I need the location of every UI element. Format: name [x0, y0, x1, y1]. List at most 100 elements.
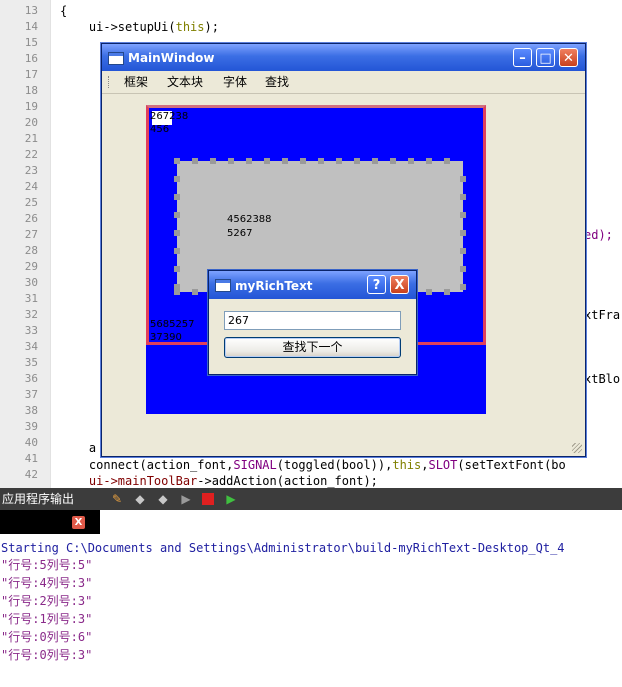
clear-output-icon[interactable]: ✎	[110, 492, 124, 506]
find-dialog[interactable]: myRichText ? X 267 查找下一个	[208, 270, 417, 375]
code-token: (toggled(bool)),	[276, 458, 393, 472]
code-token: (setTextFont(bo	[457, 458, 566, 472]
dialog-titlebar[interactable]: myRichText ? X	[209, 271, 416, 299]
frame-border-dash	[192, 289, 198, 295]
code-line-fragment: xtBlo	[584, 372, 621, 386]
frame-border-dash	[460, 212, 466, 218]
line-number: 25	[24, 196, 38, 209]
line-number: 20	[24, 116, 38, 129]
code-token: ui->setupUi(	[60, 20, 176, 34]
code-token: SIGNAL	[233, 458, 277, 472]
run-icon[interactable]: ▶	[179, 492, 193, 506]
maximize-button[interactable]: □	[536, 48, 555, 67]
frame-border-dash	[390, 158, 396, 164]
frame-border-dash	[460, 266, 466, 272]
frame-border-dash	[426, 289, 432, 295]
next-icon[interactable]: ◆	[156, 492, 170, 506]
dialog-close-button[interactable]: X	[390, 275, 409, 294]
line-number: 32	[24, 308, 38, 321]
frame-border-dash	[460, 176, 466, 182]
text-content: 4562388	[227, 214, 272, 225]
frame-border-dash	[354, 158, 360, 164]
code-line: ui->setupUi(this);	[60, 19, 219, 35]
output-line: Starting C:\Documents and Settings\Admin…	[1, 541, 565, 555]
code-line-fragment: ed);	[584, 227, 613, 243]
find-next-button[interactable]: 查找下一个	[224, 337, 401, 358]
line-number: 37	[24, 388, 38, 401]
line-number: 19	[24, 100, 38, 113]
line-number: 35	[24, 356, 38, 369]
previous-icon[interactable]: ◆	[133, 492, 147, 506]
code-token: ui->mainToolBar	[88, 474, 198, 488]
close-button[interactable]: ✕	[559, 48, 578, 67]
stop-icon[interactable]	[202, 493, 214, 505]
frame-border-dash	[444, 289, 450, 295]
menu-text-block[interactable]: 文本块	[167, 74, 203, 90]
frame-border-dash	[210, 158, 216, 164]
line-number: 14	[24, 20, 38, 33]
code-line-fragment: xtFra	[584, 308, 621, 322]
frame-border-dash	[228, 158, 234, 164]
line-number: 29	[24, 260, 38, 273]
text-content: 5685257	[150, 319, 195, 330]
frame-border-dash	[246, 158, 252, 164]
line-number: 33	[24, 324, 38, 337]
resize-grip[interactable]	[572, 443, 582, 453]
frame-border-dash	[336, 158, 342, 164]
menu-frame[interactable]: 框架	[124, 74, 148, 90]
frame-border-dash	[460, 284, 466, 290]
menu-bar: 框架 文本块 字体 查找	[102, 71, 585, 94]
output-line: "行号:4列号:3"	[1, 576, 93, 590]
line-number: 28	[24, 244, 38, 257]
highlighted-text: 267	[150, 111, 170, 122]
line-number: 39	[24, 420, 38, 433]
find-input[interactable]: 267	[224, 311, 401, 330]
line-number: 26	[24, 212, 38, 225]
frame-border-dash	[174, 230, 180, 236]
main-window-title: MainWindow	[128, 51, 215, 65]
frame-border-dash	[444, 158, 450, 164]
menu-font[interactable]: 字体	[223, 74, 247, 90]
frame-border-dash	[264, 158, 270, 164]
output-line: "行号:2列号:3"	[1, 594, 93, 608]
frame-border-dash	[460, 230, 466, 236]
text-content: 37390	[150, 332, 182, 343]
output-line: "行号:0列号:6"	[1, 630, 93, 644]
line-number: 21	[24, 132, 38, 145]
window-icon	[215, 279, 231, 292]
code-line: ui->mainToolBar->addAction(action_font);	[60, 473, 378, 488]
line-number: 34	[24, 340, 38, 353]
frame-border-dash	[174, 212, 180, 218]
frame-border-dash	[300, 158, 306, 164]
attach-debugger-icon[interactable]: ▶	[224, 492, 238, 506]
code-token: SLOT	[428, 458, 458, 472]
minimize-button[interactable]: –	[513, 48, 532, 67]
frame-border-dash	[174, 284, 180, 290]
line-number: 18	[24, 84, 38, 97]
code-token: this	[392, 458, 422, 472]
close-icon[interactable]: X	[72, 516, 85, 529]
toolbar-grip[interactable]	[108, 76, 112, 88]
code-token: );	[204, 20, 219, 34]
text-content: 5267	[227, 228, 253, 239]
frame-border-dash	[318, 158, 324, 164]
frame-border-dash	[282, 158, 288, 164]
frame-border-dash	[174, 158, 180, 164]
output-pane-header: 应用程序输出 ✎ ◆ ◆ ▶ ▶	[0, 488, 622, 510]
menu-find[interactable]: 查找	[265, 74, 289, 90]
close-icon: X	[394, 278, 405, 293]
help-button[interactable]: ?	[367, 275, 386, 294]
line-number: 30	[24, 276, 38, 289]
output-line: "行号:0列号:3"	[1, 648, 93, 662]
main-window-titlebar[interactable]: MainWindow – □ ✕	[102, 44, 585, 71]
line-number: 27	[24, 228, 38, 241]
help-icon: ?	[372, 278, 381, 293]
frame-border-dash	[192, 158, 198, 164]
line-number: 31	[24, 292, 38, 305]
frame-border-dash	[174, 194, 180, 200]
line-number-gutter: 13 14 15 16 17 18 19 20 21 22 23 24 25 2…	[0, 0, 51, 488]
code-token: ed);	[584, 228, 613, 242]
output-tab[interactable]: X	[0, 510, 100, 534]
main-window[interactable]: MainWindow – □ ✕ 框架 文本块 字体 查找 267238 456…	[101, 43, 586, 457]
